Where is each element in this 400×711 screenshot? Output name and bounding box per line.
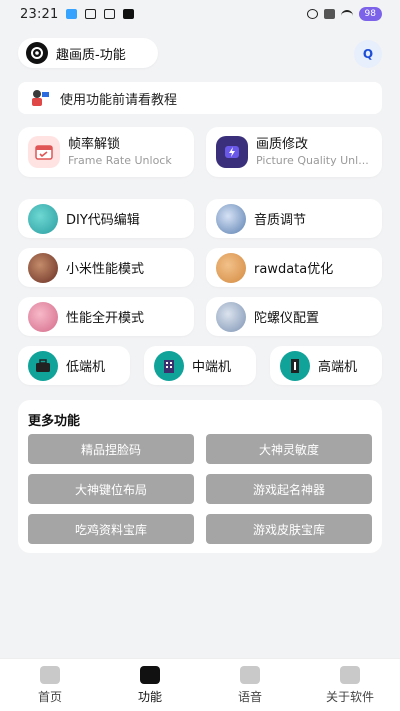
tower-icon — [280, 350, 310, 381]
face-code-button[interactable]: 精品捏脸码 — [28, 434, 194, 464]
anime-avatar-icon — [28, 301, 58, 332]
calendar-icon — [28, 136, 60, 168]
more-functions-panel: 更多功能 精品捏脸码 大神灵敏度 大神键位布局 游戏起名神器 吃鸡资料宝库 游戏… — [18, 400, 382, 553]
low-end-device-card[interactable]: 低端机 — [18, 346, 130, 385]
anime-avatar-icon — [216, 203, 246, 234]
gyroscope-config-card[interactable]: 陀螺仪配置 — [206, 297, 382, 336]
pubg-resources-button[interactable]: 吃鸡资料宝库 — [28, 514, 194, 544]
picture-quality-card[interactable]: 画质修改 Picture Quality Unl... — [206, 127, 382, 177]
sound-quality-card[interactable]: 音质调节 — [206, 199, 382, 238]
anime-avatar-icon — [28, 203, 58, 234]
anime-avatar-icon — [216, 301, 246, 332]
page-header: 趣画质-功能 — [18, 38, 158, 68]
building-icon — [154, 350, 184, 381]
nav-functions[interactable]: 功能 — [110, 665, 190, 705]
wifi-icon — [340, 10, 353, 18]
card-subtitle: Frame Rate Unlock — [68, 154, 172, 168]
card-label: 音质调节 — [254, 213, 307, 228]
status-time: 23:21 — [20, 6, 59, 22]
card-label: rawdata优化 — [254, 262, 334, 277]
page-title: 趣画质-功能 — [56, 47, 126, 63]
tutorial-icon — [28, 88, 50, 108]
alarm-icon — [306, 9, 318, 19]
qq-icon — [66, 9, 78, 19]
tutorial-banner[interactable]: 使用功能前请看教程 — [18, 82, 382, 114]
frame-rate-unlock-card[interactable]: 帧率解锁 Frame Rate Unlock — [18, 127, 194, 177]
name-generator-button[interactable]: 游戏起名神器 — [206, 474, 372, 504]
lightning-icon — [216, 136, 248, 168]
search-icon: Q — [362, 47, 374, 61]
nav-label: 首页 — [37, 689, 62, 704]
nav-label: 功能 — [137, 689, 162, 704]
mid-range-device-card[interactable]: 中端机 — [144, 346, 256, 385]
key-layout-button[interactable]: 大神键位布局 — [28, 474, 194, 504]
tutorial-text: 使用功能前请看教程 — [60, 92, 178, 108]
briefcase-icon — [28, 350, 58, 381]
card-label: 小米性能模式 — [66, 262, 145, 277]
video-icon — [104, 9, 116, 19]
sensitivity-button[interactable]: 大神灵敏度 — [206, 434, 372, 464]
grid-icon — [140, 665, 160, 684]
diy-code-edit-card[interactable]: DIY代码编辑 — [18, 199, 194, 238]
high-end-device-card[interactable]: 高端机 — [270, 346, 382, 385]
nav-label: 关于软件 — [325, 689, 374, 704]
nav-label: 语音 — [237, 689, 262, 704]
status-bar: 23:21 98 — [0, 0, 400, 28]
card-title: 帧率解锁 — [68, 136, 121, 152]
app-logo-icon — [26, 42, 48, 64]
tiktok-icon — [123, 9, 135, 19]
bottom-navigation: 首页 功能 语音 关于软件 — [0, 658, 400, 711]
full-performance-card[interactable]: 性能全开模式 — [18, 297, 194, 336]
more-functions-title: 更多功能 — [28, 414, 81, 429]
home-icon — [40, 665, 60, 684]
xiaomi-performance-card[interactable]: 小米性能模式 — [18, 248, 194, 287]
sync-icon — [85, 9, 97, 19]
anime-avatar-icon — [28, 252, 58, 283]
battery-indicator: 98 — [358, 7, 382, 21]
card-subtitle: Picture Quality Unl... — [256, 154, 369, 168]
voice-icon — [240, 665, 260, 684]
nav-voice[interactable]: 语音 — [210, 665, 290, 705]
sim-icon — [323, 9, 335, 19]
user-icon — [340, 665, 360, 684]
card-label: 陀螺仪配置 — [254, 311, 320, 326]
card-label: 中端机 — [192, 360, 232, 375]
nav-about[interactable]: 关于软件 — [310, 665, 390, 705]
card-label: DIY代码编辑 — [66, 213, 140, 228]
card-label: 高端机 — [318, 360, 358, 375]
card-title: 画质修改 — [256, 136, 309, 152]
card-label: 性能全开模式 — [66, 311, 145, 326]
anime-avatar-icon — [216, 252, 246, 283]
search-button[interactable]: Q — [354, 40, 382, 68]
skin-library-button[interactable]: 游戏皮肤宝库 — [206, 514, 372, 544]
card-label: 低端机 — [66, 360, 106, 375]
nav-home[interactable]: 首页 — [10, 665, 90, 705]
rawdata-optimize-card[interactable]: rawdata优化 — [206, 248, 382, 287]
